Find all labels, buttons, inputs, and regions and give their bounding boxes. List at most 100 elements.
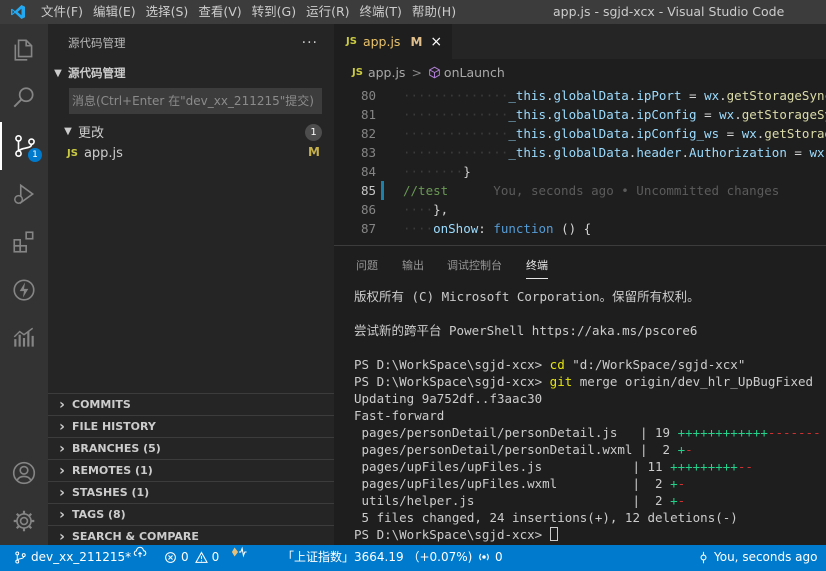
whitespace-dots: ········ — [403, 164, 464, 179]
gitlens-panels: › COMMITS › FILE HISTORY › BRANCHES (5) › REMOT… — [48, 393, 334, 547]
gitlens-panel-header[interactable]: › SEARCH & COMPARE — [48, 525, 334, 547]
code-line: 84 ········} — [334, 162, 826, 181]
panel-tab[interactable]: 调试控制台 — [447, 257, 502, 273]
gitlens-panel-header[interactable]: › COMMITS — [48, 393, 334, 415]
menu-item[interactable]: 转到(G) — [247, 0, 301, 24]
breadcrumb-file[interactable]: app.js — [368, 65, 406, 80]
analytics-button[interactable] — [0, 314, 48, 362]
git-commit-icon — [700, 551, 707, 563]
terminal-text: - — [685, 442, 693, 457]
code-token: globalData — [553, 107, 629, 122]
gitlens-panel-header[interactable]: › REMOTES (1) — [48, 459, 334, 481]
terminal-text: pages/upFiles/upFiles.wxml | 2 — [354, 476, 671, 491]
live-share-status[interactable] — [231, 545, 251, 559]
terminal-cursor — [549, 527, 558, 541]
gitlens-panel-title: FILE HISTORY — [72, 420, 156, 433]
terminal-text: pages/personDetail/personDetail.wxml | 2 — [354, 442, 678, 457]
broadcast-icon — [479, 553, 489, 561]
activity-bar: 1 — [0, 24, 48, 545]
files-icon — [14, 39, 33, 61]
window-title: app.js - sgjd-xcx - Visual Studio Code — [553, 4, 785, 19]
code-token: wx — [741, 126, 757, 141]
repo-section-header[interactable]: ▼ 源代码管理 — [48, 62, 334, 84]
branch-status[interactable]: dev_xx_211215* — [14, 545, 131, 569]
editor-tab-app-js[interactable]: JS app.js M × — [334, 24, 452, 59]
explorer-button[interactable] — [0, 26, 48, 74]
close-icon[interactable]: × — [430, 34, 442, 50]
menu-item[interactable]: 运行(R) — [301, 0, 354, 24]
source-control-button[interactable]: 1 — [0, 122, 48, 170]
panel-tab[interactable]: 终端 — [526, 257, 548, 279]
code-line: 83 ··············_this.globalData.header.… — [334, 143, 826, 162]
accounts-button[interactable] — [0, 449, 48, 497]
line-number: 80 — [360, 88, 376, 103]
run-debug-button[interactable] — [0, 170, 48, 218]
terminal-line: PS D:\WorkSpace\sgjd-xcx> cd "d:/WorkSpa… — [354, 356, 745, 373]
sync-status[interactable] — [133, 545, 151, 559]
breadcrumb-symbol[interactable]: onLaunch — [444, 65, 505, 80]
inline-blame-annotation: You, seconds ago • Uncommitted changes — [448, 183, 780, 198]
manage-button[interactable] — [0, 497, 48, 545]
breadcrumb-separator: > — [411, 64, 422, 80]
line-number: 81 — [360, 107, 376, 122]
menu-item[interactable]: 查看(V) — [193, 0, 246, 24]
pulse-icon — [231, 546, 247, 558]
git-blame-text: You, seconds ago — [714, 550, 818, 564]
code-token: function — [493, 221, 554, 236]
code-token: //test — [403, 183, 449, 198]
code-editor[interactable]: 80 ··············_this.globalData.ipPort … — [334, 85, 826, 245]
menu-item[interactable]: 文件(F) — [36, 0, 88, 24]
menu-bar: 文件(F) 编辑(E) 选择(S) 查看(V) 转到(G) 运行(R) 终端(T) 帮助(H) — [36, 0, 461, 24]
sidebar-header: 源代码管理 ··· — [48, 24, 334, 62]
gitlens-panel-title: TAGS (8) — [72, 508, 126, 521]
menu-item[interactable]: 终端(T) — [355, 0, 407, 24]
error-icon — [165, 551, 176, 563]
gitlens-panel-header[interactable]: › BRANCHES (5) — [48, 437, 334, 459]
code-token: . — [734, 107, 742, 122]
terminal-line: pages/upFiles/upFiles.js | 11 +++++++++-… — [354, 458, 753, 475]
remote-button[interactable] — [0, 266, 48, 314]
title-bar: 文件(F) 编辑(E) 选择(S) 查看(V) 转到(G) 运行(R) 终端(T) 帮助(H)… — [0, 0, 826, 24]
line-number: 82 — [360, 126, 376, 141]
stock-ticker[interactable]: 「上证指数」3664.19 （+0.07%) — [282, 545, 472, 569]
code-token: getStorag — [764, 126, 826, 141]
commit-message-input[interactable]: 消息(Ctrl+Enter 在"dev_xx_211215"提交) — [69, 88, 322, 114]
ports-status[interactable]: 0 — [477, 545, 503, 569]
terminal-text: git — [549, 374, 573, 389]
code-token: wx — [809, 145, 825, 160]
code-line: 87 ····onShow: function () { — [334, 219, 826, 238]
changed-file-item[interactable]: JS app.js M — [48, 142, 334, 164]
menu-item[interactable]: 编辑(E) — [88, 0, 141, 24]
gitlens-panel-title: REMOTES (1) — [72, 464, 153, 477]
extensions-button[interactable] — [0, 218, 48, 266]
changes-count-badge: 1 — [305, 124, 322, 141]
terminal-text: + — [677, 442, 686, 457]
code-token: . — [546, 126, 554, 141]
gitlens-panel-title: STASHES (1) — [72, 486, 150, 499]
panel-tab[interactable]: 输出 — [402, 257, 424, 273]
menu-item[interactable]: 选择(S) — [141, 0, 194, 24]
gitlens-panel-header[interactable]: › STASHES (1) — [48, 481, 334, 503]
changes-group[interactable]: ▼ 更改 1 — [48, 120, 334, 142]
source-control-sidebar: 源代码管理 ··· ▼ 源代码管理 消息(Ctrl+Enter 在"dev_xx… — [48, 24, 334, 545]
code-token: ipPort — [636, 88, 682, 103]
menu-item[interactable]: 帮助(H) — [407, 0, 461, 24]
terminal-line: Updating 9a752df..f3aac30 — [354, 390, 542, 407]
gitlens-panel-header[interactable]: › TAGS (8) — [48, 503, 334, 525]
terminal-text: + — [670, 493, 678, 508]
panel-tab[interactable]: 问题 — [356, 257, 378, 273]
gitlens-panel-header[interactable]: › FILE HISTORY — [48, 415, 334, 437]
search-button[interactable] — [0, 74, 48, 122]
code-line-partial — [334, 238, 826, 245]
terminal-text: 5 files changed, 24 insertions(+), 12 de… — [354, 510, 738, 525]
code-token: = — [696, 107, 720, 122]
terminal-text: PS D:\WorkSpace\sgjd-xcx> — [354, 527, 550, 542]
more-actions-icon[interactable]: ··· — [302, 35, 318, 51]
code-token: _this — [508, 107, 546, 122]
problems-status[interactable]: 0 0 — [164, 545, 219, 569]
js-file-icon: JS — [352, 66, 363, 78]
git-blame-status[interactable]: You, seconds ago — [697, 545, 818, 569]
terminal-line: pages/upFiles/upFiles.wxml | 2 +- — [354, 475, 686, 492]
gitlens-panel-title: SEARCH & COMPARE — [72, 530, 199, 543]
chevron-right-icon: › — [59, 462, 65, 479]
